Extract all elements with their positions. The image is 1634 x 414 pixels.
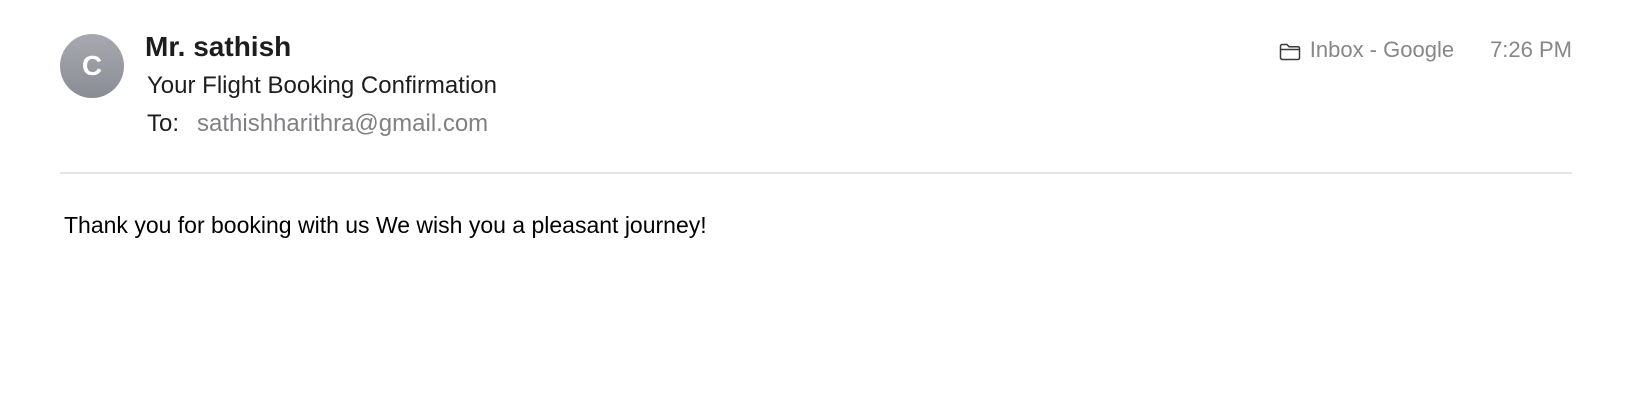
sender-name[interactable]: Mr. sathish: [145, 31, 291, 63]
to-label: To:: [147, 110, 180, 137]
message-body: Thank you for booking with us We wish yo…: [64, 212, 707, 238]
message-header: C Mr. sathish Your Flight Booking Confir…: [0, 0, 1634, 174]
avatar-initial: C: [81, 50, 103, 81]
folder-icon: [1279, 41, 1301, 61]
recipient-row: To: sathishharithra@gmail.com: [147, 110, 488, 138]
header-divider: [60, 172, 1572, 174]
message-time: 7:26 PM: [1490, 37, 1572, 62]
mailbox-label[interactable]: Inbox - Google: [1310, 37, 1454, 63]
recipient-address[interactable]: sathishharithra@gmail.com: [197, 110, 488, 138]
message-meta: Inbox - Google 7:26 PM: [1279, 37, 1572, 63]
message-subject: Your Flight Booking Confirmation: [147, 72, 497, 99]
avatar[interactable]: C: [60, 34, 124, 98]
